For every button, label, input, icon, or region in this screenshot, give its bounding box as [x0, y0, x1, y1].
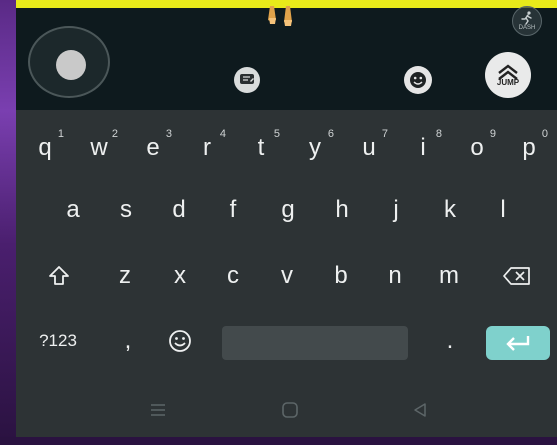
key-i[interactable]: i8	[396, 128, 450, 168]
key-label: t	[257, 134, 265, 161]
dash-label: DASH	[518, 25, 536, 31]
key-hint: 2	[111, 128, 118, 140]
key-label: y	[309, 134, 321, 161]
back-button[interactable]	[408, 398, 432, 422]
key-v[interactable]: v	[260, 256, 314, 296]
key-c[interactable]: c	[206, 256, 260, 296]
key-a[interactable]: a	[46, 190, 100, 230]
key-h[interactable]: h	[315, 190, 369, 230]
system-navigation-bar	[16, 384, 557, 437]
home-icon	[282, 402, 298, 418]
comma-key[interactable]: ,	[108, 322, 148, 360]
background-frame-left	[0, 0, 16, 445]
key-hint: 0	[541, 128, 548, 140]
backspace-key[interactable]	[490, 256, 544, 296]
key-label: w	[90, 134, 108, 161]
key-e[interactable]: e3	[126, 128, 180, 168]
key-label: e	[146, 134, 160, 161]
emoji-icon	[169, 330, 191, 352]
key-z[interactable]: z	[98, 256, 152, 296]
game-view: DASH JUMP	[16, 0, 557, 110]
enter-key[interactable]	[486, 326, 550, 360]
recent-apps-button[interactable]	[146, 398, 170, 422]
key-m[interactable]: m	[422, 256, 476, 296]
key-hint: 8	[435, 128, 442, 140]
key-u[interactable]: u7	[342, 128, 396, 168]
key-label: o	[470, 134, 484, 161]
home-button[interactable]	[278, 398, 302, 422]
shift-key[interactable]	[32, 256, 86, 296]
key-j[interactable]: j	[369, 190, 423, 230]
key-n[interactable]: n	[368, 256, 422, 296]
jump-button[interactable]: JUMP	[485, 52, 531, 98]
key-d[interactable]: d	[152, 190, 206, 230]
key-label: u	[362, 134, 376, 161]
period-key[interactable]: .	[430, 322, 470, 360]
key-s[interactable]: s	[99, 190, 153, 230]
running-person-icon	[521, 11, 532, 25]
joystick-knob[interactable]	[56, 50, 86, 80]
key-hint: 7	[381, 128, 388, 140]
key-x[interactable]: x	[153, 256, 207, 296]
key-b[interactable]: b	[314, 256, 368, 296]
key-y[interactable]: y6	[288, 128, 342, 168]
key-q[interactable]: q1	[18, 128, 72, 168]
backspace-icon	[503, 267, 530, 285]
key-f[interactable]: f	[206, 190, 260, 230]
key-hint: 6	[327, 128, 334, 140]
smiley-icon	[410, 72, 426, 88]
key-hint: 9	[489, 128, 496, 140]
key-o[interactable]: o9	[450, 128, 504, 168]
emote-button[interactable]	[404, 66, 432, 94]
key-g[interactable]: g	[261, 190, 315, 230]
key-hint: 1	[57, 128, 64, 140]
dash-button[interactable]: DASH	[512, 6, 542, 36]
key-p[interactable]: p0	[502, 128, 556, 168]
key-hint: 4	[219, 128, 226, 140]
key-label: r	[203, 134, 211, 161]
key-w[interactable]: w2	[72, 128, 126, 168]
enter-arrow-icon	[506, 336, 530, 351]
jump-label: JUMP	[496, 77, 520, 87]
key-k[interactable]: k	[423, 190, 477, 230]
key-r[interactable]: r4	[180, 128, 234, 168]
key-label: i	[420, 134, 426, 161]
chat-edit-icon	[240, 74, 254, 84]
key-hint: 5	[273, 128, 280, 140]
emoji-key[interactable]	[158, 322, 202, 360]
symbols-key[interactable]: ?123	[28, 322, 88, 360]
character-feet-icon	[268, 6, 292, 26]
background-frame-bottom	[0, 437, 557, 445]
key-hint: 3	[165, 128, 172, 140]
chat-button[interactable]	[234, 67, 260, 93]
back-icon	[414, 403, 426, 417]
key-l[interactable]: l	[476, 190, 530, 230]
shift-arrow-icon	[49, 266, 69, 285]
space-key[interactable]	[222, 326, 408, 360]
menu-icon	[151, 404, 165, 416]
key-label: p	[522, 134, 536, 161]
key-label: q	[38, 134, 52, 161]
movement-joystick[interactable]	[28, 26, 110, 98]
key-t[interactable]: t5	[234, 128, 288, 168]
